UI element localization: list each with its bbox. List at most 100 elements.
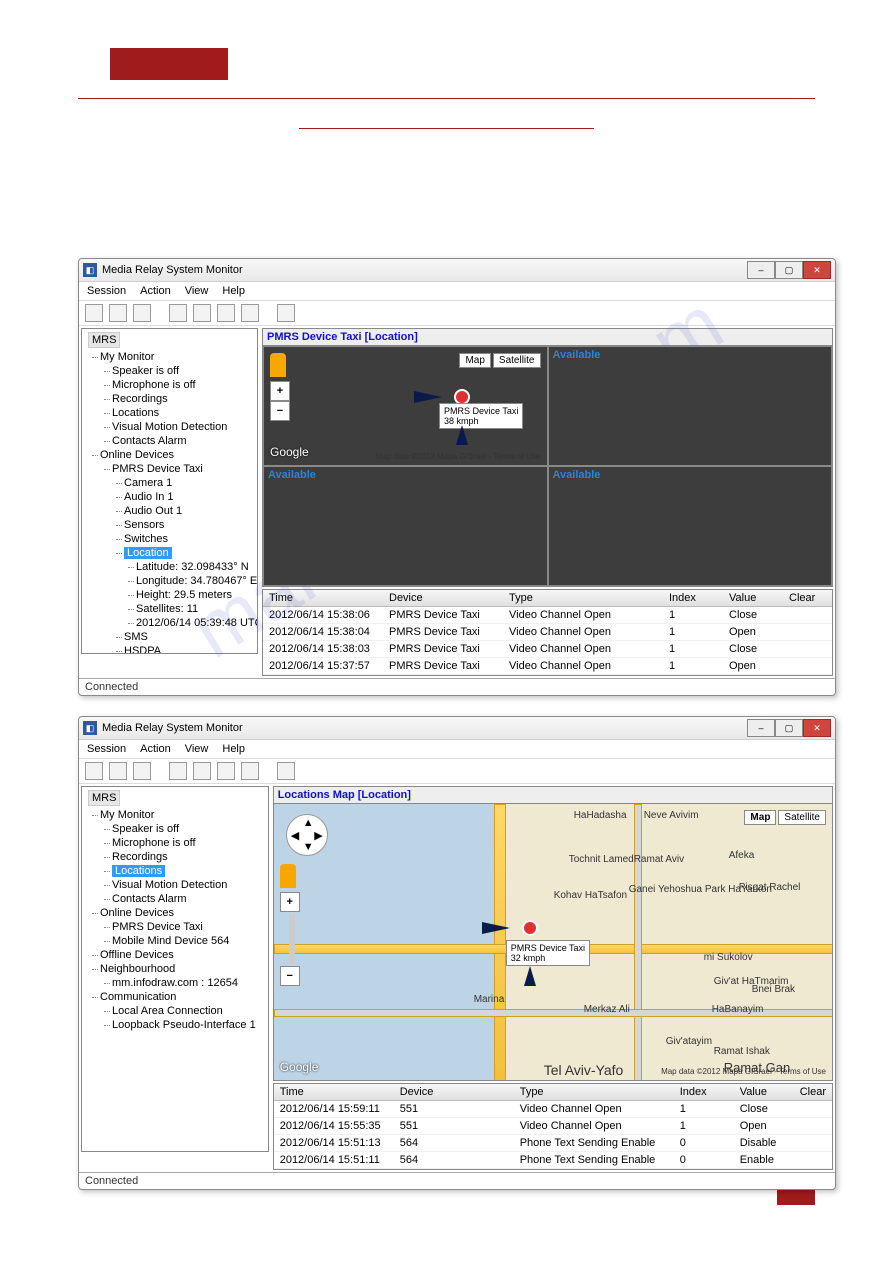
- tree-item[interactable]: Locations: [112, 406, 254, 420]
- tree-offline[interactable]: Offline Devices: [100, 948, 265, 962]
- tree-item[interactable]: SMS: [124, 630, 254, 644]
- event-list[interactable]: TimeDeviceTypeIndexValueClear 2012/06/14…: [262, 589, 833, 676]
- zoom-in-button[interactable]: +: [270, 381, 290, 401]
- maximize-button[interactable]: ▢: [775, 719, 803, 737]
- event-row[interactable]: 2012/06/14 15:51:11564Phone Text Sending…: [274, 1152, 832, 1169]
- tree-item[interactable]: Speaker is off: [112, 364, 254, 378]
- map-label: Tel Aviv-Yafo: [544, 1062, 624, 1078]
- tree-item[interactable]: Audio Out 1: [124, 504, 254, 518]
- menu-view[interactable]: View: [185, 743, 209, 755]
- toolbar-button[interactable]: [169, 304, 187, 322]
- tree-item[interactable]: HSDPA: [124, 644, 254, 654]
- tree-my-monitor[interactable]: My Monitor Speaker is off Microphone is …: [100, 350, 254, 448]
- tree-pane[interactable]: MRS My Monitor Speaker is off Microphone…: [81, 786, 269, 1152]
- toolbar-button[interactable]: [241, 762, 259, 780]
- event-row[interactable]: 2012/06/14 15:55:35551Video Channel Open…: [274, 1118, 832, 1135]
- pegman-icon[interactable]: [280, 864, 296, 888]
- close-button[interactable]: ✕: [803, 261, 831, 279]
- zoom-out-button[interactable]: −: [280, 966, 300, 986]
- toolbar-button[interactable]: [193, 762, 211, 780]
- map-panel[interactable]: + − Map Satellite PMRS Device Taxi38 kmp…: [263, 346, 548, 466]
- menu-session[interactable]: Session: [87, 285, 126, 297]
- tree-locations[interactable]: Locations: [112, 864, 265, 878]
- tree-item[interactable]: Microphone is off: [112, 836, 265, 850]
- tree-item[interactable]: mm.infodraw.com : 12654: [112, 976, 265, 990]
- available-label: Available: [553, 469, 601, 481]
- toolbar-button[interactable]: [85, 304, 103, 322]
- event-row[interactable]: 2012/06/14 15:38:04PMRS Device TaxiVideo…: [263, 624, 832, 641]
- tree-item[interactable]: Recordings: [112, 850, 265, 864]
- event-row[interactable]: 2012/06/14 15:38:03PMRS Device TaxiVideo…: [263, 641, 832, 658]
- tree-item[interactable]: Audio In 1: [124, 490, 254, 504]
- empty-panel[interactable]: Available: [548, 466, 833, 586]
- zoom-slider[interactable]: [289, 914, 295, 964]
- map-button[interactable]: Map: [744, 810, 776, 825]
- map-marker[interactable]: [522, 920, 538, 936]
- tree-root[interactable]: MRS: [88, 332, 120, 348]
- satellite-button[interactable]: Satellite: [493, 353, 541, 368]
- maximize-button[interactable]: ▢: [775, 261, 803, 279]
- tree-online-devices[interactable]: Online Devices PMRS Device Taxi Camera 1…: [100, 448, 254, 654]
- tree-root[interactable]: MRS: [88, 790, 120, 806]
- toolbar-button[interactable]: [277, 304, 295, 322]
- tree-item[interactable]: Recordings: [112, 392, 254, 406]
- tree-online-devices[interactable]: Online Devices PMRS Device Taxi Mobile M…: [100, 906, 265, 948]
- tree-communication[interactable]: Communication Local Area Connection Loop…: [100, 990, 265, 1032]
- event-row[interactable]: 2012/06/14 15:38:06PMRS Device TaxiVideo…: [263, 607, 832, 624]
- tree-item[interactable]: Switches: [124, 532, 254, 546]
- minimize-button[interactable]: –: [747, 261, 775, 279]
- tree-item[interactable]: Microphone is off: [112, 378, 254, 392]
- menu-session[interactable]: Session: [87, 743, 126, 755]
- toolbar-button[interactable]: [85, 762, 103, 780]
- pegman-icon[interactable]: [270, 353, 286, 377]
- tree-neighbourhood[interactable]: Neighbourhood mm.infodraw.com : 12654: [100, 962, 265, 990]
- close-button[interactable]: ✕: [803, 719, 831, 737]
- arrow-icon: [524, 966, 536, 986]
- tree-item[interactable]: Speaker is off: [112, 822, 265, 836]
- tree-item[interactable]: Visual Motion Detection: [112, 420, 254, 434]
- menu-action[interactable]: Action: [140, 743, 171, 755]
- event-row[interactable]: 2012/06/14 15:59:11551Video Channel Open…: [274, 1101, 832, 1118]
- tree-item[interactable]: Sensors: [124, 518, 254, 532]
- minimize-button[interactable]: –: [747, 719, 775, 737]
- tree-item[interactable]: Local Area Connection: [112, 1004, 265, 1018]
- tree-item[interactable]: Mobile Mind Device 564: [112, 934, 265, 948]
- tree-height: Height: 29.5 meters: [136, 588, 254, 602]
- toolbar-button[interactable]: [277, 762, 295, 780]
- toolbar-button[interactable]: [193, 304, 211, 322]
- menu-help[interactable]: Help: [222, 285, 245, 297]
- toolbar-button[interactable]: [109, 762, 127, 780]
- toolbar-button[interactable]: [217, 304, 235, 322]
- event-list[interactable]: TimeDeviceTypeIndexValueClear 2012/06/14…: [273, 1083, 833, 1170]
- tree-item[interactable]: Visual Motion Detection: [112, 878, 265, 892]
- tree-item[interactable]: Loopback Pseudo-Interface 1: [112, 1018, 265, 1032]
- tree-item[interactable]: Contacts Alarm: [112, 434, 254, 448]
- menu-action[interactable]: Action: [140, 285, 171, 297]
- toolbar-button[interactable]: [133, 762, 151, 780]
- tree-my-monitor[interactable]: My Monitor Speaker is off Microphone is …: [100, 808, 265, 906]
- tree-pane[interactable]: MRS My Monitor Speaker is off Microphone…: [81, 328, 258, 654]
- tree-item[interactable]: Camera 1: [124, 476, 254, 490]
- empty-panel[interactable]: Available: [548, 346, 833, 466]
- zoom-out-button[interactable]: −: [270, 401, 290, 421]
- toolbar-button[interactable]: [241, 304, 259, 322]
- map-button[interactable]: Map: [459, 353, 490, 368]
- empty-panel[interactable]: Available: [263, 466, 548, 586]
- menu-view[interactable]: View: [185, 285, 209, 297]
- toolbar-button[interactable]: [169, 762, 187, 780]
- event-header: TimeDeviceTypeIndexValueClear: [263, 590, 832, 607]
- tree-item[interactable]: PMRS Device Taxi: [112, 920, 265, 934]
- toolbar-button[interactable]: [133, 304, 151, 322]
- event-row[interactable]: 2012/06/14 15:51:13564Phone Text Sending…: [274, 1135, 832, 1152]
- tree-device[interactable]: PMRS Device Taxi Camera 1 Audio In 1 Aud…: [112, 462, 254, 654]
- pan-control[interactable]: ▲▼◀▶: [286, 814, 328, 856]
- toolbar-button[interactable]: [217, 762, 235, 780]
- zoom-in-button[interactable]: +: [280, 892, 300, 912]
- menu-help[interactable]: Help: [222, 743, 245, 755]
- map-panel[interactable]: ▲▼◀▶ + − Map Satellite: [273, 803, 833, 1081]
- tree-location[interactable]: Location Latitude: 32.098433° N Longitud…: [124, 546, 254, 630]
- tree-item[interactable]: Contacts Alarm: [112, 892, 265, 906]
- toolbar-button[interactable]: [109, 304, 127, 322]
- satellite-button[interactable]: Satellite: [778, 810, 826, 825]
- event-row[interactable]: 2012/06/14 15:37:57PMRS Device TaxiVideo…: [263, 658, 832, 675]
